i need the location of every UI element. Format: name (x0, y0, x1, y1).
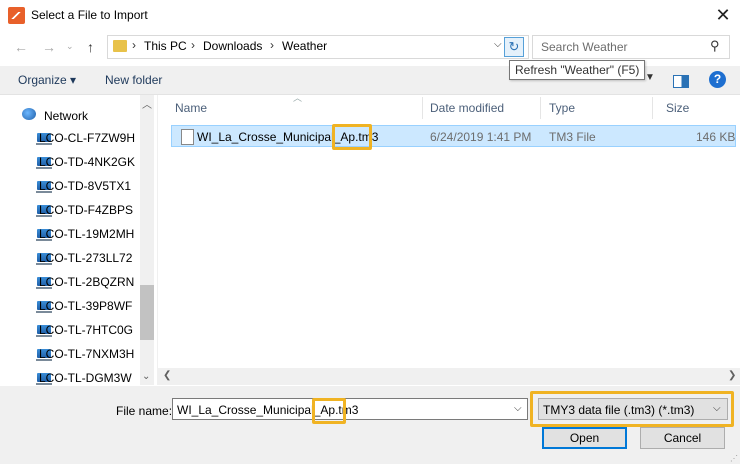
refresh-tooltip: Refresh "Weather" (F5) (509, 60, 646, 80)
extension-highlight (332, 124, 372, 150)
nav-scrollbar[interactable] (140, 95, 154, 385)
title-bar: Select a File to Import ✕ (0, 0, 740, 31)
file-icon (181, 129, 194, 145)
scroll-down-icon[interactable]: ⌄ (142, 371, 150, 382)
sort-arrow-icon: ︿ (293, 93, 303, 103)
organize-button[interactable]: Organize ▾ (18, 73, 76, 87)
horizontal-scrollbar[interactable]: ❮ ❯ (158, 368, 740, 385)
breadcrumb-downloads[interactable]: Downloads (203, 39, 262, 53)
network-icon (22, 108, 36, 120)
breadcrumb-weather[interactable]: Weather (282, 39, 327, 53)
scroll-up-icon[interactable]: ︿ (142, 96, 152, 111)
search-placeholder: Search Weather (541, 40, 628, 54)
column-divider[interactable] (422, 97, 423, 119)
search-icon: ⚲ (710, 38, 720, 53)
close-button[interactable]: ✕ (708, 4, 738, 28)
scroll-left-icon[interactable]: ❮ (163, 370, 171, 381)
breadcrumb-separator-icon: › (191, 38, 195, 52)
address-bar[interactable]: › This PC › Downloads › Weather ⌵ (107, 35, 529, 59)
breadcrumb-this-pc[interactable]: This PC (144, 39, 187, 53)
nav-scrollbar-thumb[interactable] (140, 285, 154, 340)
file-row[interactable]: WI_La_Crosse_Municipal_Ap.tm3 6/24/2019 … (171, 125, 736, 147)
extension-highlight (312, 398, 346, 424)
column-name[interactable]: Name (175, 101, 207, 115)
nav-network[interactable]: Network (44, 109, 88, 123)
refresh-button[interactable]: ↻ (504, 37, 524, 57)
refresh-icon: ↻ (508, 39, 520, 54)
forward-arrow-icon[interactable]: → (42, 39, 56, 55)
open-button[interactable]: Open (542, 427, 627, 449)
folder-icon (113, 40, 127, 52)
window-title: Select a File to Import (31, 8, 148, 22)
breadcrumb-separator-icon: › (270, 38, 274, 52)
recent-dropdown-icon[interactable]: ⌄ (66, 41, 74, 52)
column-divider[interactable] (540, 97, 541, 119)
column-size[interactable]: Size (666, 101, 689, 115)
breadcrumb-separator-icon: › (132, 38, 136, 52)
column-date-modified[interactable]: Date modified (430, 101, 504, 115)
scroll-right-icon[interactable]: ❯ (728, 370, 736, 381)
resize-grip-icon[interactable]: ⋰ (730, 454, 738, 463)
new-folder-button[interactable]: New folder (105, 73, 162, 87)
file-type: TM3 File (549, 130, 596, 144)
file-date: 6/24/2019 1:41 PM (430, 130, 532, 144)
file-type-highlight (530, 391, 734, 427)
preview-pane-icon[interactable] (673, 75, 689, 88)
back-arrow-icon[interactable]: ← (14, 39, 28, 55)
column-type[interactable]: Type (549, 101, 575, 115)
column-divider[interactable] (652, 97, 653, 119)
help-icon[interactable]: ? (709, 71, 726, 88)
file-name-dropdown-icon[interactable]: ⌵ (514, 403, 522, 414)
file-list-header: Name Date modified Type Size (158, 95, 740, 121)
search-input[interactable]: Search Weather ⚲ (532, 35, 730, 59)
file-name-input[interactable]: WI_La_Crosse_Municipal_Ap.tm3 ⌵ (172, 398, 528, 420)
address-dropdown-icon[interactable]: ⌵ (494, 39, 502, 50)
file-size: 146 KB (696, 130, 736, 144)
up-arrow-icon[interactable]: ↑ (87, 39, 94, 55)
cancel-button[interactable]: Cancel (640, 427, 725, 449)
view-dropdown-icon[interactable]: ▼ (645, 72, 655, 83)
file-name-label: File name: (116, 404, 173, 418)
app-icon (8, 7, 25, 24)
